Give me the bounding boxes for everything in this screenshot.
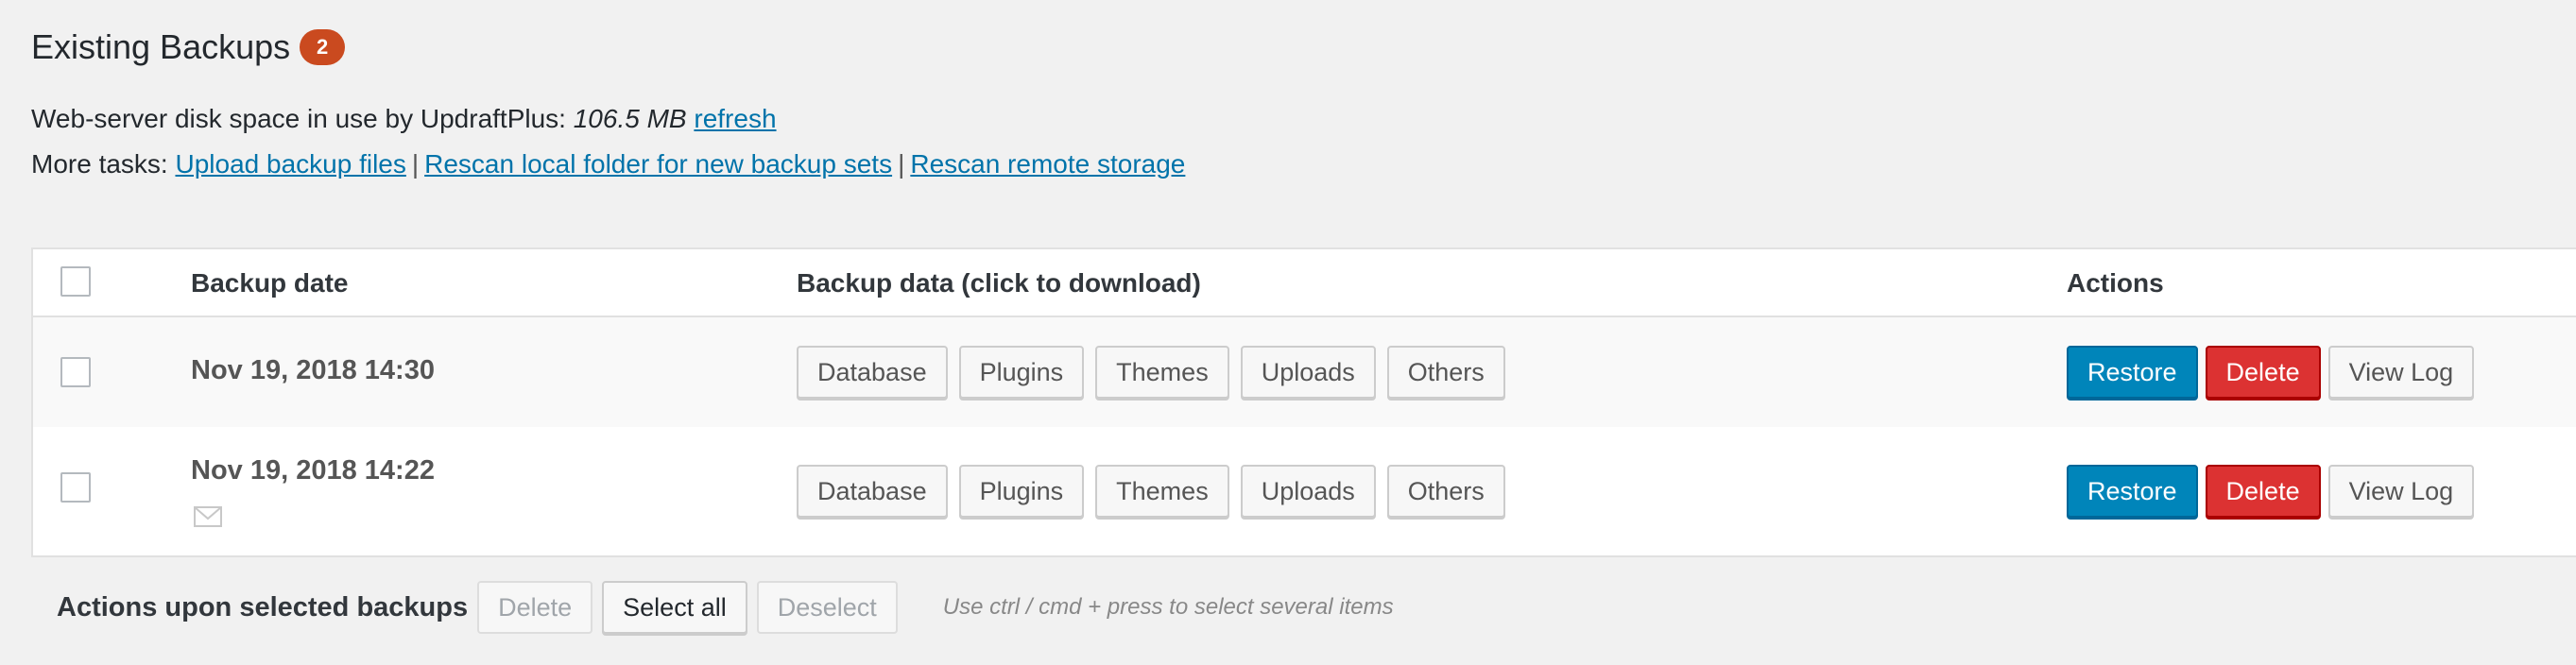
existing-backups-page: Existing Backups 2 Web-server disk space… [0,0,2576,665]
download-plugins-button[interactable]: Plugins [958,346,1085,399]
rescan-local-link[interactable]: Rescan local folder for new backup sets [424,149,892,179]
selection-hint: Use ctrl / cmd + press to select several… [942,594,1394,620]
download-others-button[interactable]: Others [1386,346,1505,399]
section-heading: Existing Backups 2 [31,23,346,72]
download-uploads-button[interactable]: Uploads [1240,465,1376,518]
backups-table: Backup date Backup data (click to downlo… [31,247,2576,557]
separator: | [898,149,905,179]
row-actions: Restore Delete View Log [2067,346,2475,399]
column-actions: Actions [2067,268,2164,298]
table-row[interactable]: Nov 19, 2018 14:30 Database Plugins Them… [33,317,2576,427]
bulk-actions-bar: Actions upon selected backups Delete Sel… [57,581,1394,634]
more-tasks-line: More tasks: Upload backup files | Rescan l… [31,149,1185,179]
delete-button[interactable]: Delete [2205,346,2321,399]
download-database-button[interactable]: Database [797,465,948,518]
bulk-delete-button[interactable]: Delete [477,581,593,634]
disk-usage-line: Web-server disk space in use by UpdraftP… [31,104,777,134]
separator: | [411,149,420,179]
select-all-checkbox[interactable] [60,266,91,297]
row-checkbox[interactable] [60,472,91,503]
view-log-button[interactable]: View Log [2327,465,2475,518]
download-database-button[interactable]: Database [797,346,948,399]
more-tasks-label: More tasks: [31,149,168,179]
table-row[interactable]: Nov 19, 2018 14:22 Database Plugins Them… [33,427,2576,555]
select-all-button[interactable]: Select all [602,581,747,634]
download-themes-button[interactable]: Themes [1095,346,1229,399]
rescan-remote-link[interactable]: Rescan remote storage [910,149,1185,179]
disk-usage-label: Web-server disk space in use by UpdraftP… [31,104,566,133]
download-others-button[interactable]: Others [1386,465,1505,518]
upload-backup-files-link[interactable]: Upload backup files [175,149,405,179]
email-icon [194,506,222,527]
bulk-actions-label: Actions upon selected backups [57,591,469,622]
download-uploads-button[interactable]: Uploads [1240,346,1376,399]
restore-button[interactable]: Restore [2067,465,2198,518]
deselect-button[interactable]: Deselect [756,581,898,634]
backup-data-buttons: Database Plugins Themes Uploads Others [797,465,1505,518]
column-backup-data: Backup data (click to download) [797,268,1201,298]
download-plugins-button[interactable]: Plugins [958,465,1085,518]
row-checkbox[interactable] [60,357,91,387]
disk-usage-value: 106.5 MB [573,104,687,133]
backup-date: Nov 19, 2018 14:22 [191,455,435,486]
column-backup-date: Backup date [191,268,349,298]
view-log-button[interactable]: View Log [2327,346,2475,399]
row-actions: Restore Delete View Log [2067,465,2475,518]
delete-button[interactable]: Delete [2205,465,2321,518]
download-themes-button[interactable]: Themes [1095,465,1229,518]
table-header: Backup date Backup data (click to downlo… [33,249,2576,317]
refresh-link[interactable]: refresh [694,104,776,133]
backup-count-badge: 2 [300,29,346,65]
restore-button[interactable]: Restore [2067,346,2198,399]
backup-date: Nov 19, 2018 14:30 [191,355,435,385]
page-title: Existing Backups [31,27,291,66]
backup-data-buttons: Database Plugins Themes Uploads Others [797,346,1505,399]
